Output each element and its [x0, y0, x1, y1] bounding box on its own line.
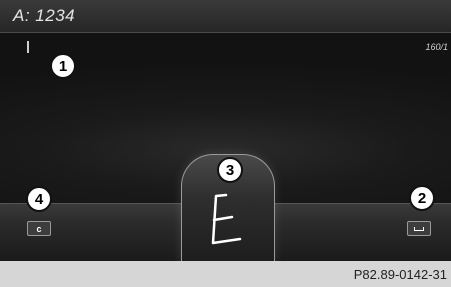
delete-key-label: c [36, 223, 42, 234]
character-counter: 160/1 [425, 42, 448, 52]
space-button[interactable] [407, 221, 431, 236]
figure-footer: P82.89-0142-31 [0, 261, 451, 287]
handwriting-screen: A: 1234 160/1 c 1 2 3 4 [0, 0, 451, 261]
input-bar: A: 1234 [0, 0, 451, 33]
text-cursor [27, 41, 29, 53]
entered-text: A: 1234 [13, 6, 76, 25]
space-bar-icon [414, 226, 424, 231]
delete-character-button[interactable]: c [27, 221, 51, 236]
callout-2: 2 [409, 185, 435, 211]
callout-4: 4 [26, 186, 52, 212]
callout-1: 1 [50, 53, 76, 79]
figure-reference: P82.89-0142-31 [353, 267, 447, 282]
callout-3: 3 [217, 157, 243, 183]
